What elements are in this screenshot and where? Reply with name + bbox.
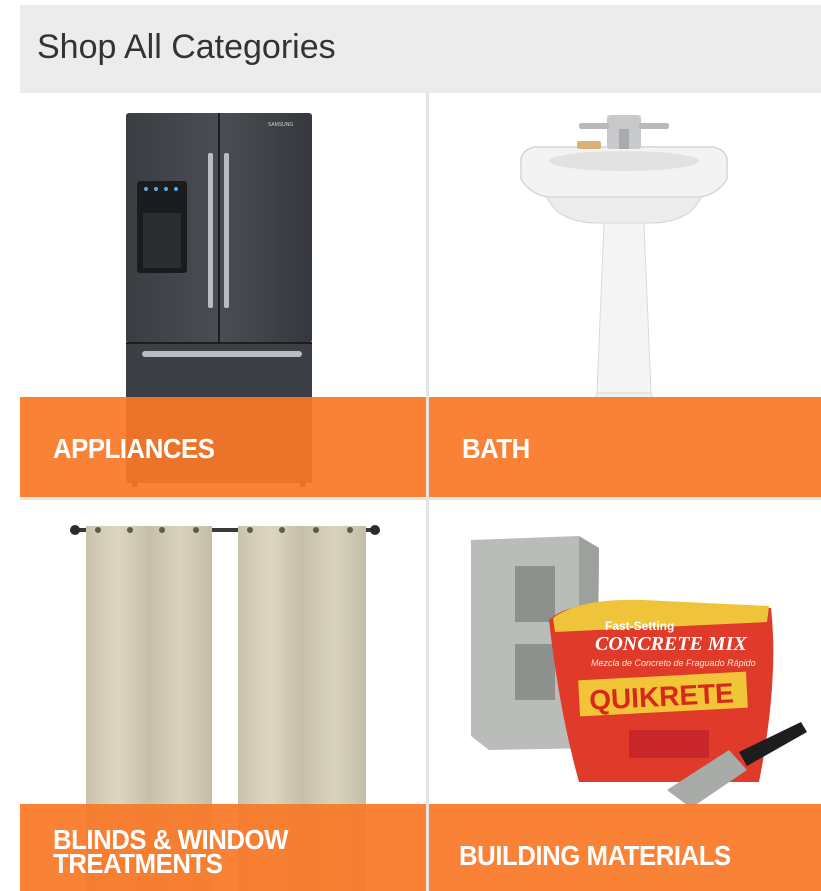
bag-top-text: Fast-Setting [605,619,674,633]
category-tile-building-materials[interactable]: Fast-Setting CONCRETE MIX Mezcla de Conc… [429,500,821,891]
page-title: Shop All Categories [37,28,336,66]
category-label: BLINDS & WINDOW TREATMENTS [53,824,288,879]
category-label-band: BLINDS & WINDOW TREATMENTS [20,804,426,891]
category-label: BUILDING MATERIALS [459,840,731,871]
bag-spanish-text: Mezcla de Concreto de Fraguado Rápido [591,658,756,668]
fridge-brand-text: SAMSUNG [268,122,293,128]
category-tile-appliances[interactable]: SAMSUNG APPLIANCES [20,93,426,497]
category-grid: SAMSUNG APPLIANCES BATH BLINDS & WINDOW … [20,93,821,891]
bag-title-text: CONCRETE MIX [595,633,747,655]
category-label: BATH [462,433,530,464]
category-label-band: BATH [429,397,821,497]
category-label-band: APPLIANCES [20,397,426,497]
section-header: Shop All Categories [20,5,821,93]
category-tile-bath[interactable]: BATH [429,93,821,497]
category-tile-blinds-window-treatments[interactable]: BLINDS & WINDOW TREATMENTS [20,500,426,891]
category-label: APPLIANCES [53,433,215,464]
category-label-band: BUILDING MATERIALS [429,804,821,891]
